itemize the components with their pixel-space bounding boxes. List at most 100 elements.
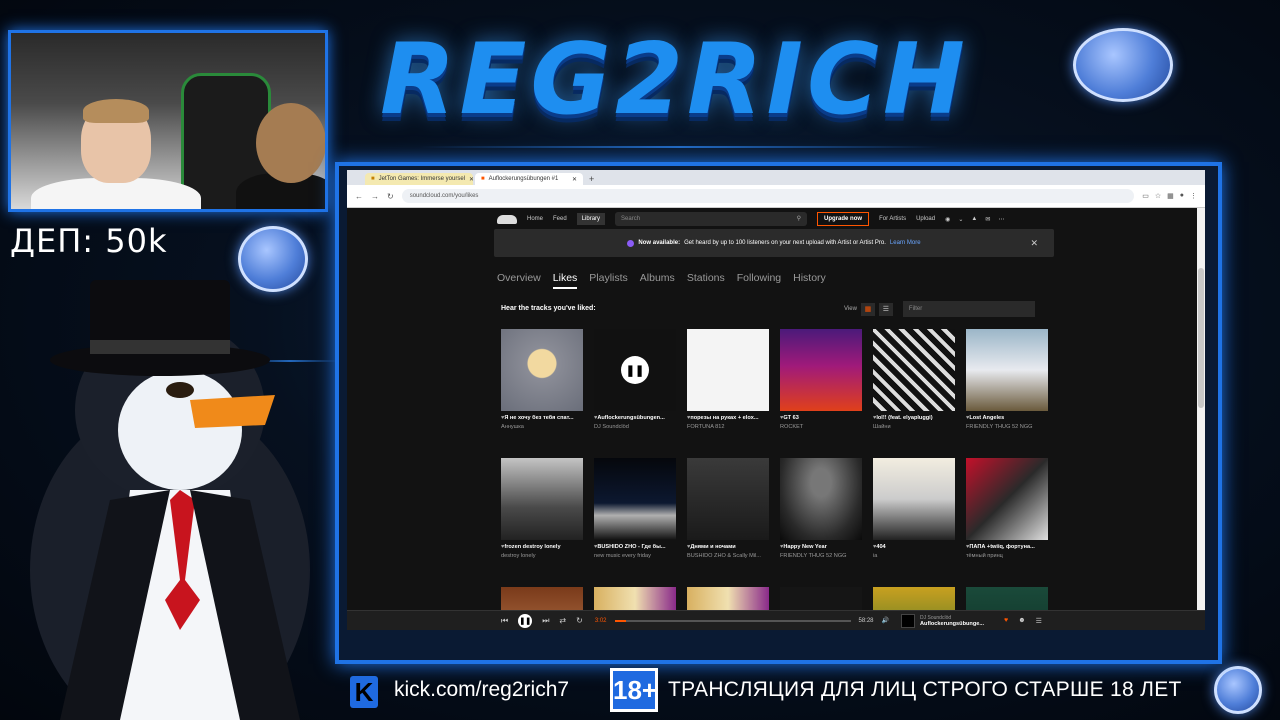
track-artwork[interactable] — [966, 587, 1048, 610]
track-artwork[interactable]: ❚❚ — [594, 329, 676, 411]
nav-library[interactable]: Library — [576, 213, 606, 225]
track-title[interactable]: lol!! (feat. elyapluggi) — [873, 415, 955, 421]
track-title[interactable]: 404 — [873, 544, 955, 550]
volume-icon[interactable]: 🔊 — [882, 617, 889, 624]
now-playing[interactable]: DJ Soundclöd Auflockerungsübunge... — [901, 613, 984, 628]
next-icon[interactable]: ⏭ — [542, 616, 549, 626]
star-icon[interactable]: ☆ — [1155, 192, 1161, 200]
track-title[interactable]: Auflockerungsübungen... — [594, 415, 676, 421]
close-icon[interactable]: ✕ — [469, 176, 473, 183]
track-card[interactable]: Happy New Year FRIENDLY THUG 52 NGG — [780, 458, 862, 559]
pause-button[interactable]: ❚❚ — [518, 613, 533, 628]
follow-icon[interactable]: ☻ — [1018, 617, 1025, 625]
track-card[interactable]: 404 ia — [873, 458, 955, 559]
previous-icon[interactable]: ⏮ — [501, 616, 508, 626]
track-artist[interactable]: Шайни — [873, 424, 955, 430]
track-card[interactable] — [501, 587, 583, 610]
close-icon[interactable]: ✕ — [572, 176, 577, 183]
profile-icon[interactable]: ● — [1180, 192, 1184, 200]
track-artwork[interactable] — [687, 458, 769, 540]
track-card[interactable]: lol!! (feat. elyapluggi) Шайни — [873, 329, 955, 430]
track-card[interactable] — [594, 587, 676, 610]
extensions-icon[interactable]: ▦ — [1167, 192, 1174, 200]
scrollbar-thumb[interactable] — [1198, 268, 1204, 408]
track-artist[interactable]: ROCKET — [780, 424, 862, 430]
shuffle-icon[interactable]: ⇄ — [559, 616, 566, 625]
messages-icon[interactable]: ✉ — [985, 216, 990, 223]
track-artwork[interactable] — [780, 458, 862, 540]
track-card[interactable]: ❚❚ Auflockerungsübungen... DJ Soundclöd — [594, 329, 676, 430]
like-icon[interactable]: ♥ — [1004, 617, 1008, 625]
track-artwork[interactable] — [687, 587, 769, 610]
track-artwork[interactable] — [966, 458, 1048, 540]
track-card[interactable] — [780, 587, 862, 610]
track-artwork[interactable] — [873, 587, 955, 610]
tab-likes[interactable]: Likes — [552, 272, 578, 289]
tab-albums[interactable]: Albums — [640, 272, 675, 289]
track-artist[interactable]: FRIENDLY THUG 52 NGG — [780, 553, 862, 559]
track-artwork[interactable] — [687, 329, 769, 411]
track-title[interactable]: BUSHIDO ZHO - Где бы... — [594, 544, 676, 550]
track-card[interactable]: BUSHIDO ZHO - Где бы... new music every f… — [594, 458, 676, 559]
nav-feed[interactable]: Feed — [553, 216, 567, 222]
track-card[interactable]: frozen destroy lonely destroy lonely — [501, 458, 583, 559]
track-artwork[interactable] — [780, 587, 862, 610]
tab-following[interactable]: Following — [737, 272, 781, 289]
track-artwork[interactable] — [780, 329, 862, 411]
track-artwork[interactable] — [501, 329, 583, 411]
track-artwork[interactable] — [501, 458, 583, 540]
track-artist[interactable]: ia — [873, 553, 955, 559]
forward-icon[interactable]: → — [371, 192, 379, 201]
more-icon[interactable]: ⋯ — [998, 216, 1004, 223]
track-artist[interactable]: new music every friday — [594, 553, 676, 559]
upload-link[interactable]: Upload — [916, 216, 935, 222]
avatar-icon[interactable]: ◉ — [945, 216, 950, 223]
track-title[interactable]: frozen destroy lonely — [501, 544, 583, 550]
repeat-icon[interactable]: ↻ — [576, 616, 583, 625]
track-card[interactable]: ПАПА +twiiq, фортуна... тёмный принц — [966, 458, 1048, 559]
cast-icon[interactable]: ▭ — [1142, 192, 1149, 200]
track-artwork[interactable] — [594, 587, 676, 610]
menu-icon[interactable]: ⋮ — [1190, 192, 1197, 200]
track-card[interactable]: порезы на руках + elox... FORTUNA 812 — [687, 329, 769, 430]
track-title[interactable]: ПАПА +twiiq, фортуна... — [966, 544, 1048, 550]
track-artwork[interactable] — [873, 329, 955, 411]
new-tab-icon[interactable]: + — [589, 173, 594, 185]
search-input[interactable]: Search ⚲ — [615, 212, 808, 226]
track-artwork[interactable] — [501, 587, 583, 610]
nav-home[interactable]: Home — [527, 216, 543, 222]
track-artist[interactable]: тёмный принц — [966, 553, 1048, 559]
scrollbar[interactable] — [1197, 208, 1205, 610]
track-title[interactable]: Lost Angeles — [966, 415, 1048, 421]
track-artwork[interactable] — [594, 458, 676, 540]
grid-view-icon[interactable]: ▦ — [860, 302, 875, 316]
browser-tab[interactable]: ■ Auflockerungsübungen #1 ✕ — [475, 173, 583, 185]
reload-icon[interactable]: ↻ — [387, 192, 394, 201]
upgrade-button[interactable]: Upgrade now — [817, 212, 870, 226]
track-artist[interactable]: destroy lonely — [501, 553, 583, 559]
track-artwork[interactable] — [966, 329, 1048, 411]
track-card[interactable]: GT 63 ROCKET — [780, 329, 862, 430]
track-title[interactable]: Днями и ночами — [687, 544, 769, 550]
track-artist[interactable]: DJ Soundclöd — [594, 424, 676, 430]
progress-bar[interactable] — [614, 619, 851, 622]
back-icon[interactable]: ← — [355, 192, 363, 201]
track-card[interactable] — [966, 587, 1048, 610]
track-artwork[interactable] — [873, 458, 955, 540]
track-artist[interactable]: FORTUNA 812 — [687, 424, 769, 430]
track-title[interactable]: порезы на руках + elox... — [687, 415, 769, 421]
tab-history[interactable]: History — [793, 272, 826, 289]
track-card[interactable] — [687, 587, 769, 610]
track-card[interactable]: Lost Angeles FRIENDLY THUG 52 NGG — [966, 329, 1048, 430]
notifications-icon[interactable]: ▲ — [971, 216, 977, 223]
search-icon[interactable]: ⚲ — [797, 212, 801, 226]
tab-playlists[interactable]: Playlists — [589, 272, 628, 289]
track-title[interactable]: Happy New Year — [780, 544, 862, 550]
track-artist[interactable]: FRIENDLY THUG 52 NGG — [966, 424, 1048, 430]
pause-icon[interactable]: ❚❚ — [621, 356, 649, 384]
learn-more-link[interactable]: Learn More — [890, 240, 921, 246]
filter-input[interactable]: Filter — [902, 301, 1035, 317]
for-artists-link[interactable]: For Artists — [879, 216, 906, 222]
browser-tab[interactable]: ■ JetTon Games: Immerse yoursel ✕ — [365, 173, 473, 185]
track-card[interactable]: Я не хочу без тебя спат... Аннушка — [501, 329, 583, 430]
